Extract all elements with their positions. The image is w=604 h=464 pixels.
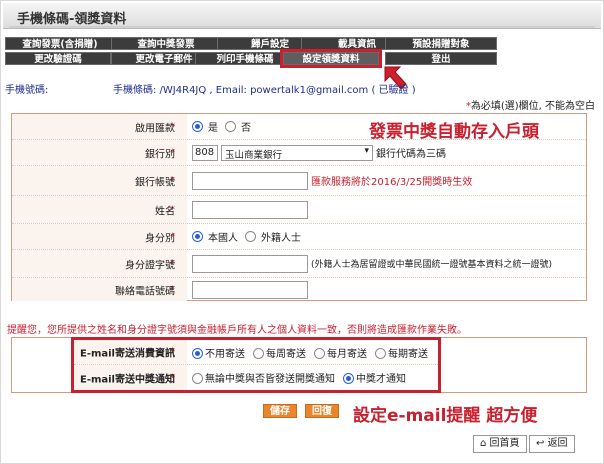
back-button[interactable]: ↩ 返回 xyxy=(529,435,575,453)
row-phone: * 聯絡電話號碼 xyxy=(12,278,586,301)
nav-query-winning[interactable]: 查詢中獎發票 xyxy=(111,37,221,50)
bank-code-input[interactable]: 808 xyxy=(192,144,218,161)
row-account: * 銀行帳號 匯款服務將於2016/3/25開獎時生效 xyxy=(12,166,586,196)
label-account: 銀行帳號 xyxy=(135,177,175,188)
account-input[interactable] xyxy=(192,171,308,190)
required-note: *為必填(選)欄位, 不能為空白 xyxy=(466,97,595,112)
nav-prize-settings[interactable]: 設定領獎資料 xyxy=(280,49,382,68)
identity-citizen-radio[interactable] xyxy=(192,231,203,242)
nav-row-2: 更改驗證碼 更改電子郵件 列印手機條碼 設定領獎資料 登出 xyxy=(5,49,601,68)
required-note-text: 為必填(選)欄位, 不能為空白 xyxy=(470,101,595,112)
title-bar: 手機條碼-領獎資料 xyxy=(3,3,601,29)
id-number-hint: (外籍人士為居留證或中華民國統一證號基本資料之統一證號) xyxy=(311,260,553,270)
page-title: 手機條碼-領獎資料 xyxy=(17,12,127,27)
nav-print-barcode[interactable]: 列印手機條碼 xyxy=(195,52,295,65)
app-window: 手機條碼-領獎資料 查詢發票(含捐贈) 查詢中獎發票 歸戶設定 載具資訊 預設捐… xyxy=(0,0,604,464)
row-bank: * 銀行別 808 玉山商業銀行 ▾ 銀行代碼為三碼 xyxy=(12,140,586,166)
save-button[interactable]: 儲存 xyxy=(263,404,297,418)
phone-input[interactable] xyxy=(192,280,308,299)
consumption-weekly-label: 每周寄送 xyxy=(266,348,306,360)
label-bank: 銀行別 xyxy=(145,149,175,160)
enable-yes-radio[interactable] xyxy=(192,121,203,132)
name-input[interactable] xyxy=(192,200,308,219)
consumption-monthly-label: 每月寄送 xyxy=(327,348,367,360)
label-email-winning: E-mail寄送中獎通知 xyxy=(79,374,175,385)
email-settings: * E-mail寄送消費資訊 不用寄送 每周寄送 每月寄送 每期寄送 * E-mai… xyxy=(71,337,441,393)
label-identity: 身分別 xyxy=(145,233,175,244)
chevron-down-icon: ▾ xyxy=(364,145,369,156)
title-divider xyxy=(9,26,595,28)
phone-info: 手機號碼: 手機條碼: /WJ4R4JQ , Email: powertalk1… xyxy=(5,81,601,96)
winning-always-label: 無論中獎與否皆發送開獎通知 xyxy=(205,374,335,385)
row-name: * 姓名 xyxy=(12,196,586,224)
nav-change-code[interactable]: 更改驗證碼 xyxy=(5,52,111,65)
label-name: 姓名 xyxy=(155,206,175,217)
row-email-winning: * E-mail寄送中獎通知 無論中獎與否皆發送開獎通知 中獎才通知 xyxy=(74,365,438,390)
identity-foreigner-label: 外籍人士 xyxy=(261,233,301,244)
row-id-number: * 身分證字號 (外籍人士為居留證或中華民國統一證號基本資料之統一證號) xyxy=(12,250,586,278)
label-email-consumption: E-mail寄送消費資訊 xyxy=(79,348,175,360)
consumption-none-radio[interactable] xyxy=(192,347,203,359)
bank-select[interactable]: 玉山商業銀行 ▾ xyxy=(221,144,373,161)
home-button[interactable]: ⌂ 回首頁 xyxy=(473,435,527,453)
callout-email-reminder: 設定e-mail提醒 超方便 xyxy=(353,406,538,426)
barcode-email-info: 手機條碼: /WJ4R4JQ , Email: powertalk1@gmail… xyxy=(113,85,416,96)
consumption-monthly-radio[interactable] xyxy=(314,347,325,359)
winning-only-radio[interactable] xyxy=(343,373,354,384)
consumption-weekly-radio[interactable] xyxy=(253,347,264,359)
consumption-period-label: 每期寄送 xyxy=(388,348,428,360)
consumption-period-radio[interactable] xyxy=(375,347,386,359)
bank-code-hint: 銀行代碼為三碼 xyxy=(376,149,446,160)
enable-no-label: 否 xyxy=(241,123,251,134)
back-arrow-icon: ↩ xyxy=(536,438,548,449)
row-identity: * 身分別 本國人 外籍人士 xyxy=(12,224,586,250)
account-note: 匯款服務將於2016/3/25開獎時生效 xyxy=(311,177,473,188)
winning-always-radio[interactable] xyxy=(192,373,203,384)
home-button-label: 回首頁 xyxy=(489,438,520,449)
id-number-input[interactable] xyxy=(192,254,308,273)
reset-button[interactable]: 回復 xyxy=(305,404,339,418)
enable-no-radio[interactable] xyxy=(225,121,236,132)
label-id-number: 身分證字號 xyxy=(125,260,175,271)
nav-row-1: 查詢發票(含捐贈) 查詢中獎發票 歸戶設定 載具資訊 預設捐贈對象 xyxy=(5,37,601,51)
label-phone: 聯絡電話號碼 xyxy=(115,286,175,297)
identity-foreigner-radio[interactable] xyxy=(245,231,256,242)
consumption-none-label: 不用寄送 xyxy=(205,348,245,360)
winning-only-label: 中獎才通知 xyxy=(356,374,406,385)
row-email-consumption: * E-mail寄送消費資訊 不用寄送 每周寄送 每月寄送 每期寄送 xyxy=(74,340,438,365)
nav-default-donation[interactable]: 預設捐贈對象 xyxy=(385,37,497,50)
enable-yes-label: 是 xyxy=(208,123,218,134)
bank-select-value: 玉山商業銀行 xyxy=(225,149,283,161)
warning-text: 提醒您，您所提供之姓名和身分證字號須與金融帳戶所有人之個人資料一致，否則將造成匯… xyxy=(7,325,467,336)
home-icon: ⌂ xyxy=(480,438,490,449)
back-button-label: 返回 xyxy=(547,438,568,449)
callout-auto-deposit: 發票中獎自動存入戶頭 xyxy=(369,122,539,142)
nav-query-invoices[interactable]: 查詢發票(含捐贈) xyxy=(5,37,115,50)
label-enable-transfer: 啟用匯款 xyxy=(135,123,175,134)
phone-label: 手機號碼: xyxy=(5,85,49,96)
identity-citizen-label: 本國人 xyxy=(208,233,238,244)
